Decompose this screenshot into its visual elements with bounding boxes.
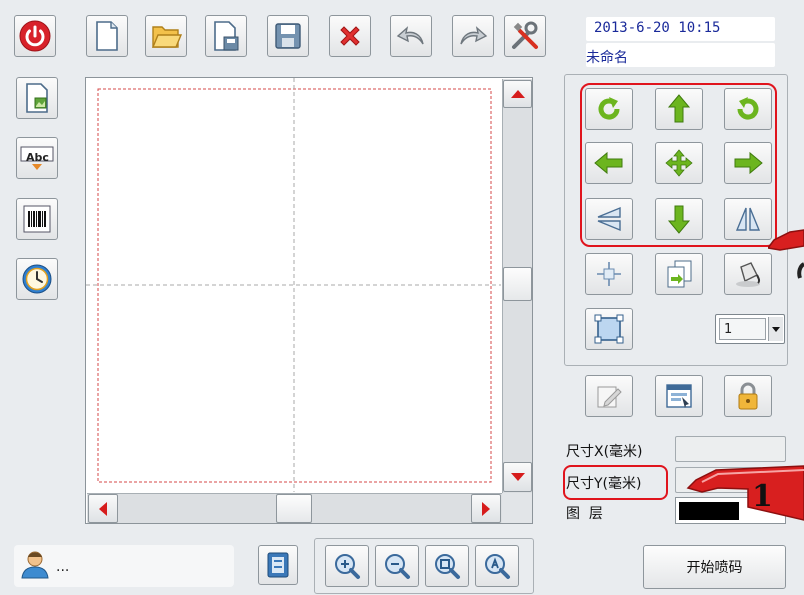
insert-text-button[interactable]: Abc [16, 137, 58, 179]
abc-label: Abc [26, 151, 49, 164]
crosshair-icon [597, 262, 621, 286]
scroll-corner [502, 493, 532, 523]
new-file-icon [96, 21, 118, 51]
insert-image-icon [26, 83, 48, 113]
layer-number-value: 1 [719, 318, 766, 340]
zoom-actual-button[interactable] [475, 545, 519, 587]
size-y-callout-box [563, 465, 668, 500]
layer-label: 图 层 [566, 506, 603, 522]
edit-pencil-icon [597, 386, 622, 408]
annotation-number: 1 [752, 479, 773, 514]
insert-image-button[interactable] [16, 77, 58, 119]
annotation-arrow-1 [686, 465, 804, 521]
insert-time-button[interactable] [16, 258, 58, 300]
redo-button[interactable] [452, 15, 494, 57]
tools-icon [512, 21, 538, 49]
database-button[interactable] [258, 545, 298, 585]
power-button[interactable] [14, 15, 56, 57]
open-file-button[interactable] [145, 15, 187, 57]
triangle-left-icon [99, 501, 107, 516]
open-folder-icon [151, 26, 182, 48]
print-area [86, 78, 501, 492]
layer-number-select[interactable]: 1 [715, 314, 785, 344]
lock-icon [738, 382, 758, 410]
size-x-label: 尺寸X(毫米) [566, 444, 643, 460]
scroll-left-button[interactable] [88, 494, 118, 523]
annotation-arrow-2 [768, 229, 804, 279]
zoom-out-button[interactable] [375, 545, 419, 587]
power-icon [19, 20, 51, 52]
undo-icon [396, 26, 424, 45]
scroll-down-button[interactable] [503, 462, 532, 492]
save-button[interactable] [267, 15, 309, 57]
scroll-up-button[interactable] [503, 80, 532, 108]
tools-button[interactable] [504, 15, 546, 57]
arrows-callout-box [580, 83, 777, 247]
delete-button[interactable] [329, 15, 371, 57]
horizontal-scroll-thumb[interactable] [276, 494, 312, 523]
scroll-right-button[interactable] [471, 494, 501, 523]
zoom-in-button[interactable] [325, 545, 369, 587]
size-x-field[interactable] [675, 436, 786, 462]
clock-icon [22, 264, 52, 294]
user-status-area: ... [14, 545, 234, 587]
save-as-button[interactable] [205, 15, 247, 57]
datetime-display: 2013-6-20 10:15 [586, 17, 775, 41]
dropdown-arrow[interactable] [768, 317, 783, 341]
save-as-icon [214, 21, 239, 51]
undo-button[interactable] [390, 15, 432, 57]
vertical-scroll-thumb[interactable] [503, 267, 532, 301]
properties-button[interactable] [655, 375, 703, 417]
copy-button[interactable] [655, 253, 703, 295]
edit-button[interactable] [585, 375, 633, 417]
document-name: 未命名 [586, 43, 775, 67]
zoom-fit-button[interactable] [425, 545, 469, 587]
triangle-up-icon [510, 90, 525, 98]
lock-button[interactable] [724, 375, 772, 417]
start-print-button[interactable]: 开始喷码 [643, 545, 786, 589]
select-frame-button[interactable] [585, 308, 633, 350]
zoom-fit-icon [435, 554, 460, 579]
paint-bucket-icon [736, 262, 761, 287]
save-icon [275, 23, 301, 49]
zoom-in-icon [335, 554, 360, 579]
chevron-down-icon [772, 326, 780, 332]
fill-button[interactable] [724, 253, 772, 295]
zoom-out-icon [385, 554, 410, 579]
copy-icon [667, 260, 692, 288]
delete-icon [340, 26, 360, 46]
zoom-actual-icon [485, 554, 510, 579]
triangle-right-icon [482, 501, 490, 516]
file-cabinet-icon [267, 552, 289, 578]
design-canvas[interactable] [85, 77, 533, 524]
triangle-down-icon [510, 473, 525, 481]
new-file-button[interactable] [86, 15, 128, 57]
redo-icon [460, 26, 488, 45]
user-avatar-icon [21, 551, 49, 579]
user-name-text: ... [56, 559, 70, 575]
insert-barcode-button[interactable] [16, 198, 58, 240]
properties-icon [666, 384, 692, 408]
barcode-icon [23, 205, 51, 233]
align-center-button[interactable] [585, 253, 633, 295]
frame-select-icon [594, 314, 624, 344]
